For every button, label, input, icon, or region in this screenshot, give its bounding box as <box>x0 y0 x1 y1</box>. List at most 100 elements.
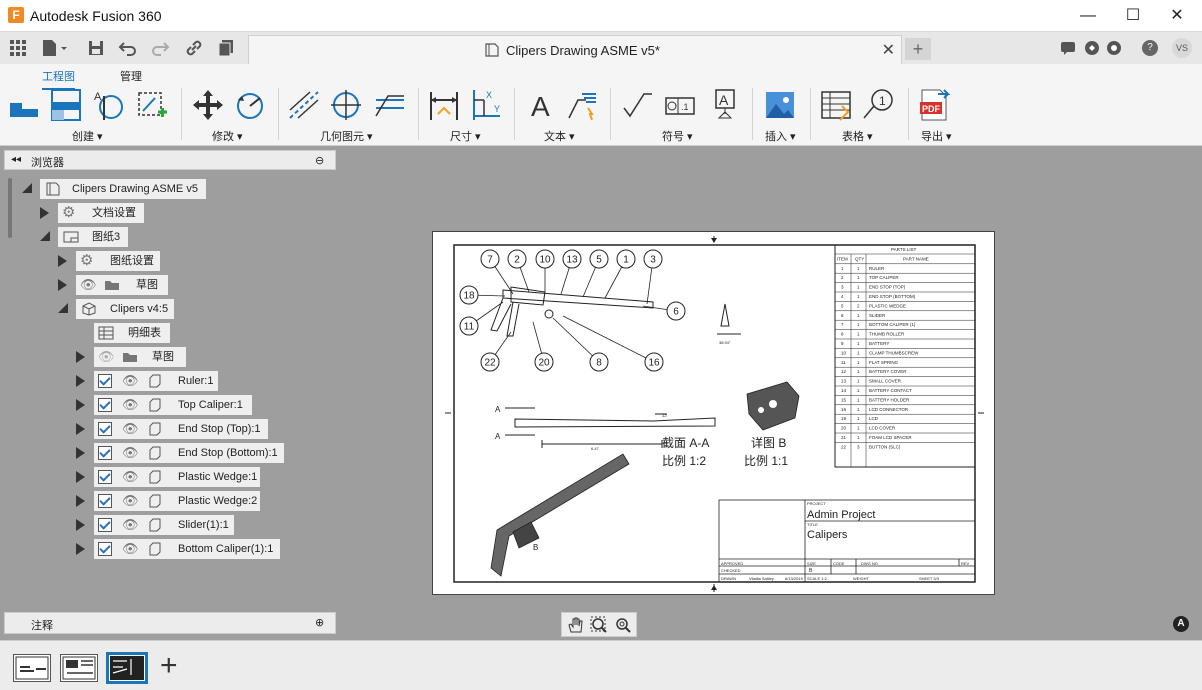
tree-body-ruler[interactable]: 👁 Ruler:1 <box>94 371 218 391</box>
group-geometry[interactable]: 几何图元 ▾ <box>320 128 373 144</box>
pan-icon[interactable] <box>566 616 584 634</box>
sheet-thumbnail-3-active[interactable] <box>106 652 148 684</box>
eye-icon[interactable]: 👁 <box>122 419 139 439</box>
tree-sheet-settings[interactable]: ⚙ 图纸设置 <box>76 251 160 271</box>
insert-image-icon[interactable] <box>764 88 796 122</box>
minimize-button[interactable]: — <box>1073 4 1103 28</box>
expand-triangle-icon[interactable] <box>76 351 85 363</box>
eye-icon[interactable]: 👁 <box>122 371 139 391</box>
eye-hidden-icon[interactable]: 👁 <box>98 347 115 367</box>
tree-document-settings[interactable]: ⚙ 文档设置 <box>58 203 144 223</box>
help-icon[interactable]: ? <box>1142 40 1158 56</box>
file-menu-icon[interactable] <box>40 38 70 58</box>
tab-manage[interactable]: 管理 <box>120 68 142 84</box>
tree-body-top-caliper[interactable]: 👁 Top Caliper:1 <box>94 395 252 415</box>
visibility-checkbox[interactable] <box>98 542 112 556</box>
tree-parts-list[interactable]: 明细表 <box>94 323 170 343</box>
export-pdf-icon[interactable]: PDF <box>920 88 952 122</box>
detail-view-icon[interactable] <box>136 88 168 122</box>
tree-component-clipers[interactable]: Clipers v4:5 <box>76 299 174 319</box>
center-mark-pattern-icon[interactable] <box>374 88 406 122</box>
group-symbols[interactable]: 符号 ▾ <box>662 128 693 144</box>
expand-triangle-icon[interactable] <box>76 543 85 555</box>
rotate-icon[interactable] <box>234 88 266 122</box>
eye-icon[interactable]: 👁 <box>122 467 139 487</box>
job-status-icon[interactable] <box>1084 40 1100 56</box>
eye-icon[interactable]: 👁 <box>122 395 139 415</box>
surface-texture-icon[interactable] <box>622 88 654 122</box>
tree-body-plastic-wedge-1[interactable]: 👁 Plastic Wedge:1 <box>94 467 260 487</box>
document-tab[interactable]: Clipers Drawing ASME v5* ✕ <box>248 35 902 64</box>
expand-panel-icon[interactable]: ⊕ <box>315 616 324 629</box>
expand-triangle-icon[interactable] <box>76 519 85 531</box>
group-create[interactable]: 创建 ▾ <box>72 128 103 144</box>
chat-icon[interactable] <box>1060 40 1076 56</box>
eye-icon[interactable]: 👁 <box>122 491 139 511</box>
eye-icon[interactable]: 👁 <box>122 515 139 535</box>
save-icon[interactable] <box>86 38 106 58</box>
visibility-checkbox[interactable] <box>98 518 112 532</box>
collapse-triangle-icon[interactable] <box>22 183 32 193</box>
new-tab-button[interactable]: + <box>905 38 931 60</box>
visibility-checkbox[interactable] <box>98 398 112 412</box>
visibility-checkbox[interactable] <box>98 494 112 508</box>
visibility-checkbox[interactable] <box>98 422 112 436</box>
tree-body-end-stop-top[interactable]: 👁 End Stop (Top):1 <box>94 419 268 439</box>
collapse-triangle-icon[interactable] <box>40 231 50 241</box>
maximize-button[interactable]: ☐ <box>1118 4 1148 28</box>
base-view-icon[interactable] <box>8 92 40 126</box>
expand-triangle-icon[interactable] <box>76 447 85 459</box>
collapse-triangle-icon[interactable] <box>58 303 68 313</box>
drawing-sheet[interactable]: PARTS LIST ITEM QTY PART NAME 1 1 RULER 2 1 TOP C… <box>432 231 995 595</box>
centerline-icon[interactable] <box>288 88 320 122</box>
collapse-panel-icon[interactable]: ◂◂ <box>11 154 21 165</box>
eye-icon[interactable]: 👁 <box>122 539 139 559</box>
center-mark-icon[interactable] <box>330 88 362 122</box>
tab-drawing[interactable]: 工程图 <box>42 68 75 90</box>
visibility-checkbox[interactable] <box>98 374 112 388</box>
tree-body-bottom-caliper[interactable]: 👁 Bottom Caliper(1):1 <box>94 539 280 559</box>
redo-icon[interactable] <box>150 38 170 58</box>
zoom-window-icon[interactable] <box>590 616 608 634</box>
expand-triangle-icon[interactable] <box>76 399 85 411</box>
user-avatar[interactable]: VS <box>1172 38 1192 58</box>
browser-minimize-icon[interactable]: ⊖ <box>315 154 324 167</box>
annotations-panel-header[interactable]: 注释 ⊕ <box>4 612 336 634</box>
tree-body-slider[interactable]: 👁 Slider(1):1 <box>94 515 234 535</box>
tree-body-plastic-wedge-2[interactable]: 👁 Plastic Wedge:2 <box>94 491 260 511</box>
group-insert[interactable]: 插入 ▾ <box>765 128 796 144</box>
expand-triangle-icon[interactable] <box>58 279 67 291</box>
eye-icon[interactable]: 👁 <box>80 275 97 295</box>
balloon-icon[interactable]: 1 <box>862 88 894 122</box>
group-tables[interactable]: 表格 ▾ <box>842 128 873 144</box>
annotation-badge[interactable]: A <box>1173 616 1189 632</box>
tree-sketches[interactable]: 👁 草图 <box>76 275 168 295</box>
expand-triangle-icon[interactable] <box>76 375 85 387</box>
section-view-icon[interactable]: A <box>92 88 124 122</box>
move-icon[interactable] <box>192 88 224 122</box>
browser-scrollbar[interactable] <box>8 178 12 238</box>
ordinate-dimension-icon[interactable]: XY <box>470 88 502 122</box>
group-dimensions[interactable]: 尺寸 ▾ <box>450 128 481 144</box>
tree-sheet3[interactable]: 图纸3 <box>58 227 128 247</box>
leader-icon[interactable] <box>566 88 598 122</box>
tree-root-document[interactable]: Clipers Drawing ASME v5 <box>40 179 206 199</box>
group-modify[interactable]: 修改 ▾ <box>212 128 243 144</box>
feature-control-frame-icon[interactable]: .1 <box>664 88 696 122</box>
text-icon[interactable]: A <box>526 88 558 122</box>
visibility-checkbox[interactable] <box>98 446 112 460</box>
add-sheet-button[interactable]: + <box>160 651 178 681</box>
dimension-icon[interactable] <box>428 88 460 122</box>
group-text[interactable]: 文本 ▾ <box>544 128 575 144</box>
expand-triangle-icon[interactable] <box>40 207 49 219</box>
copy-pages-icon[interactable] <box>216 38 236 58</box>
datum-identifier-icon[interactable]: A <box>708 88 740 122</box>
expand-triangle-icon[interactable] <box>76 471 85 483</box>
zoom-icon[interactable] <box>614 616 632 634</box>
projected-view-icon[interactable] <box>50 88 82 122</box>
close-button[interactable]: ✕ <box>1162 4 1192 28</box>
sheet-thumbnail-2[interactable] <box>60 654 98 682</box>
undo-icon[interactable] <box>118 38 138 58</box>
tree-body-end-stop-bottom[interactable]: 👁 End Stop (Bottom):1 <box>94 443 284 463</box>
expand-triangle-icon[interactable] <box>58 255 67 267</box>
